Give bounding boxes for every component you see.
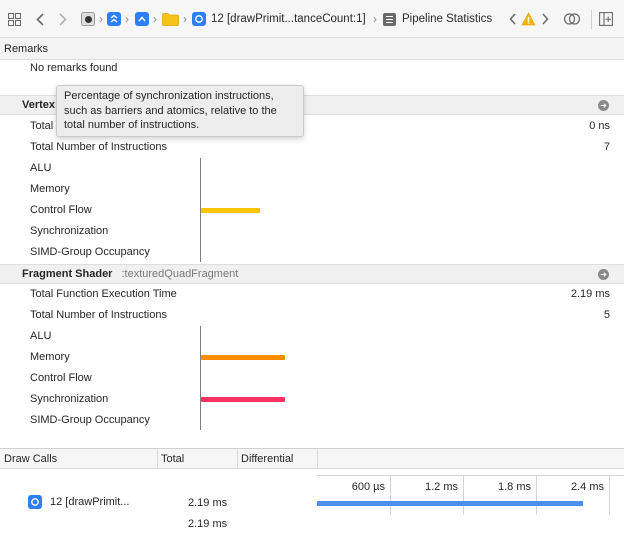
draw-call-icon [28, 495, 42, 509]
timeline[interactable]: 600 µs 1.2 ms 1.8 ms 2.4 ms [317, 469, 624, 548]
column-differential[interactable]: Differential [237, 449, 317, 469]
timeline-tick-label: 600 µs [351, 481, 385, 493]
timeline-baseline [317, 475, 624, 476]
fragment-memory-bar [201, 355, 285, 360]
vertex-row-label: ALU [30, 162, 52, 174]
go-to-source-arrow-icon[interactable]: ➜ [598, 99, 609, 111]
timeline-tick-label: 2.4 ms [570, 481, 604, 493]
timeline-tick-line [536, 475, 537, 515]
toolbar: › › › › 12 [drawPrimit...tanceCount:1] ›… [0, 0, 624, 39]
timeline-tick-label: 1.2 ms [424, 481, 458, 493]
fragment-function-name: :texturedQuadFragment [121, 268, 239, 280]
encoder-icon[interactable] [135, 12, 149, 26]
remarks-header: Remarks [0, 37, 624, 60]
breadcrumb-separator-icon: › [125, 12, 129, 26]
fragment-synchronization-bar [201, 397, 285, 402]
column-total[interactable]: Total [157, 449, 237, 469]
fragment-shader-title: Fragment Shader [22, 268, 113, 280]
breadcrumb-separator-icon: › [153, 12, 157, 26]
fragment-row-label: Synchronization [30, 393, 109, 405]
breadcrumb-separator-icon: › [183, 12, 187, 26]
folder-icon[interactable] [162, 13, 179, 26]
previous-issue-chevron-icon[interactable] [507, 12, 517, 26]
fragment-row-label: SIMD-Group Occupancy [30, 414, 150, 426]
fragment-row-label: Control Flow [30, 372, 92, 384]
draw-call-icon[interactable] [192, 12, 206, 26]
draw-calls-header: Draw Calls Total Differential [0, 448, 624, 469]
timeline-bar[interactable] [317, 501, 583, 506]
timeline-tick-line [390, 475, 391, 515]
fragment-row-value: 2.19 ms [570, 288, 610, 300]
capture-icon[interactable] [81, 12, 95, 26]
vertex-shader-title: Vertex [22, 99, 56, 111]
pipeline-statistics-icon[interactable] [383, 13, 396, 26]
vertex-row-value: 7 [603, 141, 610, 153]
vertex-row-value: 0 ns [589, 120, 610, 132]
column-separator [317, 449, 318, 469]
vertex-row-label: Total [30, 120, 54, 132]
breadcrumb-separator-icon: › [99, 12, 103, 26]
fragment-row-value: 5 [603, 309, 610, 321]
next-issue-chevron-icon[interactable] [540, 12, 550, 26]
synchronization-tooltip: Percentage of synchronization instructio… [56, 85, 304, 137]
draw-call-name: 12 [drawPrimit... [50, 496, 130, 508]
compare-icon[interactable] [563, 12, 581, 26]
vertex-row-label: SIMD-Group Occupancy [30, 246, 150, 258]
remarks-title: Remarks [4, 42, 49, 55]
remarks-message: No remarks found [30, 62, 118, 74]
vertex-row-label: Total Number of Instructions [30, 141, 167, 153]
back-chevron-icon[interactable] [34, 11, 46, 27]
fragment-row-label: ALU [30, 330, 52, 342]
toolbar-divider [591, 10, 592, 29]
draw-call-row[interactable]: 12 [drawPrimit... 2.19 ms [0, 490, 317, 514]
breadcrumb-pipeline-statistics[interactable]: Pipeline Statistics [402, 13, 492, 25]
summary-total: 2.19 ms [188, 518, 228, 530]
vertex-row-label: Control Flow [30, 204, 92, 216]
fragment-row-label: Memory [30, 351, 70, 363]
warning-icon[interactable] [521, 12, 536, 26]
vertex-control-flow-bar [201, 208, 260, 213]
timeline-tick-label: 1.8 ms [497, 481, 531, 493]
fragment-row-label: Total Function Execution Time [30, 288, 177, 300]
fragment-row-label: Total Number of Instructions [30, 309, 167, 321]
draw-call-total: 2.19 ms [188, 497, 228, 509]
fragment-shader-header: Fragment Shader :texturedQuadFragment ➜ [0, 264, 624, 284]
column-draw-calls[interactable]: Draw Calls [0, 449, 157, 469]
grid-icon[interactable] [7, 12, 21, 26]
forward-chevron-icon[interactable] [57, 11, 69, 27]
add-editor-icon[interactable] [599, 12, 613, 26]
vertex-row-label: Synchronization [30, 225, 109, 237]
breadcrumb-separator-icon: › [373, 12, 377, 26]
go-to-source-arrow-icon[interactable]: ➜ [598, 268, 609, 280]
render-pass-icon[interactable] [107, 12, 121, 26]
breadcrumb-draw-call[interactable]: 12 [drawPrimit...tanceCount:1] [211, 13, 366, 25]
vertex-row-label: Memory [30, 183, 70, 195]
timeline-tick-line [463, 475, 464, 515]
fragment-bar-axis [200, 326, 201, 430]
timeline-tick-line [609, 475, 610, 515]
